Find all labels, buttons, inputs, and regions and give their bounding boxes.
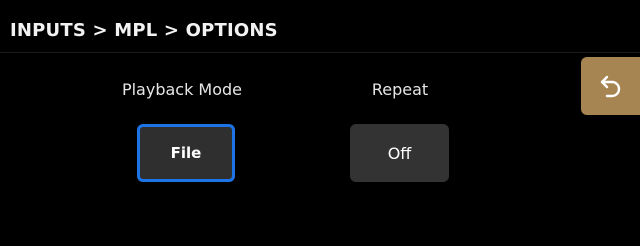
repeat-label: Repeat — [371, 80, 429, 99]
undo-arrow-icon — [598, 73, 624, 99]
repeat-button[interactable]: Off — [350, 124, 449, 182]
options-screen: INPUTS > MPL > OPTIONS Playback Mode Rep… — [0, 0, 640, 246]
back-button[interactable] — [581, 57, 640, 115]
repeat-value: Off — [387, 143, 412, 163]
playback-mode-value: File — [170, 144, 202, 162]
breadcrumb: INPUTS > MPL > OPTIONS — [10, 20, 278, 41]
playback-mode-button[interactable]: File — [137, 124, 235, 182]
header-divider — [0, 52, 640, 53]
playback-mode-label: Playback Mode — [121, 80, 243, 99]
